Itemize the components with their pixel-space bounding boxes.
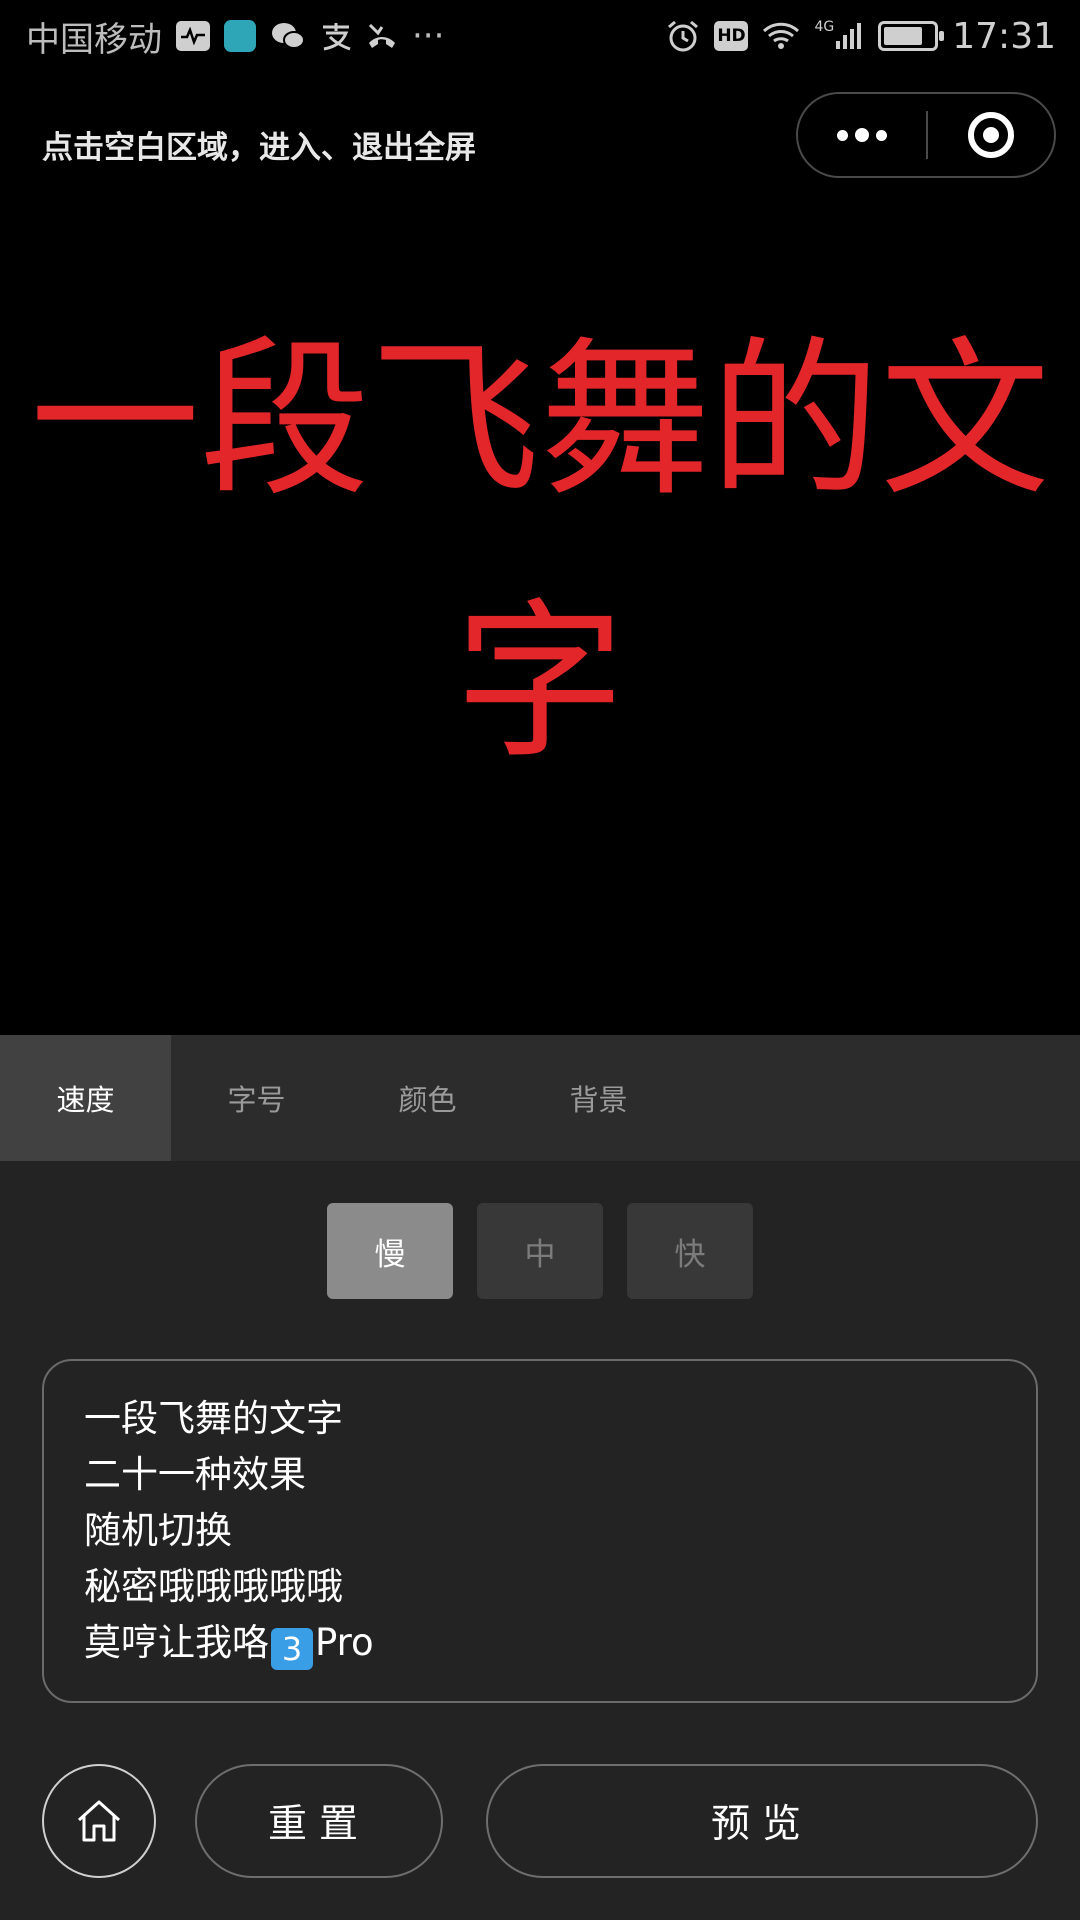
text-line-last: 莫哼让我咯 3 Pro: [84, 1615, 996, 1671]
close-miniprogram-button[interactable]: [928, 94, 1054, 176]
settings-tabs: 速度 字号 颜色 背景: [0, 1035, 1080, 1161]
more-menu-button[interactable]: [798, 94, 926, 176]
status-bar-right: HD 4G 17:31: [666, 16, 1056, 57]
text-line: 秘密哦哦哦哦哦: [84, 1565, 343, 1608]
more-notifications-icon: ···: [412, 16, 445, 56]
home-icon: [77, 1800, 121, 1842]
fullscreen-hint: 点击空白区域，进入、退出全屏: [42, 130, 476, 166]
flying-text-display[interactable]: 一段飞舞的文字: [0, 290, 1080, 814]
status-bar: 中国移动 ··· HD 4G 17:31: [0, 0, 1080, 72]
alarm-clock-icon: [666, 19, 700, 53]
hd-voice-icon: HD: [714, 21, 749, 51]
settings-panel: 速度 字号 颜色 背景 慢 中 快 一段飞舞的文字 二十一种效果 随机切换 秘密…: [0, 1035, 1080, 1920]
text-line: 随机切换: [84, 1509, 232, 1552]
network-type-label: 4G: [814, 19, 835, 35]
tab-color[interactable]: 颜色: [342, 1035, 513, 1161]
speed-fast-button[interactable]: 快: [627, 1203, 753, 1299]
wifi-icon: [762, 19, 800, 53]
battery-icon: [878, 21, 945, 51]
missed-call-icon: [366, 19, 398, 53]
reset-button[interactable]: 重置: [195, 1764, 443, 1878]
security-shield-icon: [224, 20, 256, 52]
cellular-signal-icon: 4G: [814, 19, 864, 53]
speed-medium-button[interactable]: 中: [477, 1203, 603, 1299]
wechat-icon: [270, 19, 306, 53]
status-bar-left: 中国移动 ···: [26, 12, 444, 61]
speed-slow-button[interactable]: 慢: [327, 1203, 453, 1299]
alipay-icon: [320, 19, 352, 53]
text-line-prefix: 莫哼让我咯: [84, 1621, 269, 1664]
text-line-suffix: Pro: [315, 1621, 374, 1664]
text-input[interactable]: 一段飞舞的文字 二十一种效果 随机切换 秘密哦哦哦哦哦 莫哼让我咯 3 Pro: [42, 1359, 1038, 1703]
tab-font-size[interactable]: 字号: [171, 1035, 342, 1161]
status-time: 17:31: [952, 15, 1056, 57]
tab-speed[interactable]: 速度: [0, 1035, 171, 1161]
preview-button[interactable]: 预览: [486, 1764, 1038, 1878]
tab-background[interactable]: 背景: [513, 1035, 684, 1161]
home-button[interactable]: [42, 1764, 156, 1878]
speed-options: 慢 中 快: [327, 1203, 753, 1299]
keycap-three-emoji: 3: [271, 1628, 313, 1670]
carrier-name: 中国移动: [26, 19, 162, 60]
text-line: 一段飞舞的文字: [84, 1397, 343, 1440]
miniprogram-capsule: [796, 92, 1056, 178]
target-icon: [968, 112, 1014, 158]
text-line: 二十一种效果: [84, 1453, 306, 1496]
activity-monitor-icon: [176, 21, 210, 51]
